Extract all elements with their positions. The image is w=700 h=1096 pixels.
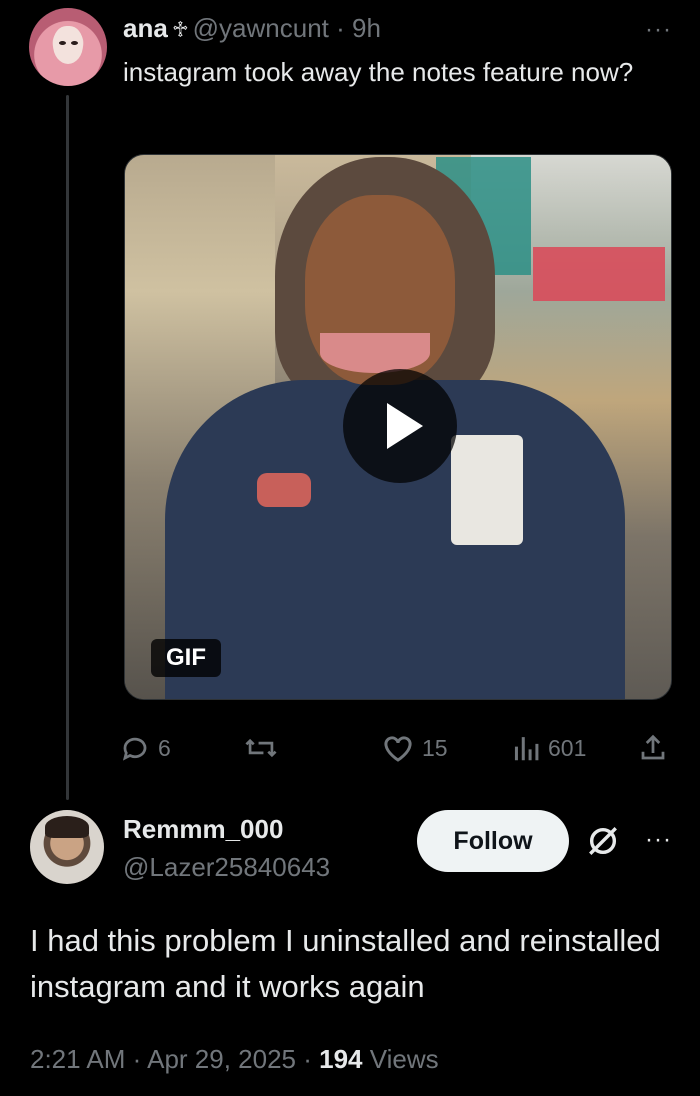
avatar[interactable] (30, 810, 104, 884)
share-button[interactable] (638, 728, 668, 768)
media-id-card (451, 435, 523, 545)
views-icon (514, 737, 539, 761)
follow-button[interactable]: Follow (417, 810, 569, 872)
reply-button[interactable]: 6 (120, 728, 171, 768)
reply-text: I had this problem I uninstalled and rei… (30, 923, 661, 1004)
media-sign-red (533, 247, 665, 301)
post-time[interactable]: 9h (352, 13, 381, 43)
gif-media[interactable]: GIF (124, 154, 672, 700)
post-date[interactable]: Apr 29, 2025 (147, 1044, 296, 1074)
more-options-icon[interactable]: ··· (645, 16, 672, 44)
media-person-mask (320, 333, 430, 373)
post-meta: 2:21 AM · Apr 29, 2025 · 194 Views (30, 1044, 439, 1075)
post-text: instagram took away the notes feature no… (123, 57, 634, 87)
parent-post[interactable]: ana ♱ @yawncunt · 9h ··· instagram took aw… (0, 0, 700, 800)
like-button[interactable]: 15 (382, 728, 448, 768)
views-button[interactable]: 601 (512, 728, 586, 768)
action-bar: 6 15 601 (120, 728, 680, 768)
reply-icon (122, 737, 147, 761)
repost-icon (245, 738, 277, 758)
avatar[interactable] (29, 8, 107, 86)
views-count: 601 (548, 734, 587, 761)
header-separator: · (336, 13, 345, 43)
avatar-face (53, 26, 83, 64)
post-header: ana ♱ @yawncunt · 9h (123, 13, 381, 45)
avatar-eye (59, 41, 66, 45)
repost-button[interactable] (244, 728, 286, 768)
post-time[interactable]: 2:21 AM (30, 1044, 125, 1074)
views-label: Views (369, 1044, 439, 1074)
meta-separator: · (303, 1044, 312, 1074)
author-symbol: ♱ (171, 17, 189, 42)
author-handle[interactable]: @yawncunt (193, 13, 329, 43)
reply-post[interactable]: Remmm_000 @Lazer25840643 Follow ··· I ha… (0, 800, 700, 1096)
author-handle[interactable]: @Lazer25840643 (123, 852, 330, 883)
thread-line (66, 95, 69, 800)
like-count: 15 (422, 734, 448, 761)
avatar-hair (45, 816, 89, 838)
author-name[interactable]: ana (123, 13, 168, 43)
more-options-icon[interactable]: ··· (645, 826, 672, 854)
meta-separator: · (132, 1044, 142, 1074)
heart-icon (384, 736, 412, 762)
avatar-eye (71, 41, 78, 45)
share-icon (641, 734, 665, 760)
grok-icon[interactable] (586, 824, 620, 858)
play-icon[interactable] (343, 369, 457, 483)
media-name-badge (257, 473, 311, 507)
gif-label: GIF (151, 639, 221, 677)
author-name[interactable]: Remmm_000 (123, 814, 283, 845)
reply-count: 6 (158, 734, 171, 761)
views-count[interactable]: 194 (319, 1044, 362, 1074)
